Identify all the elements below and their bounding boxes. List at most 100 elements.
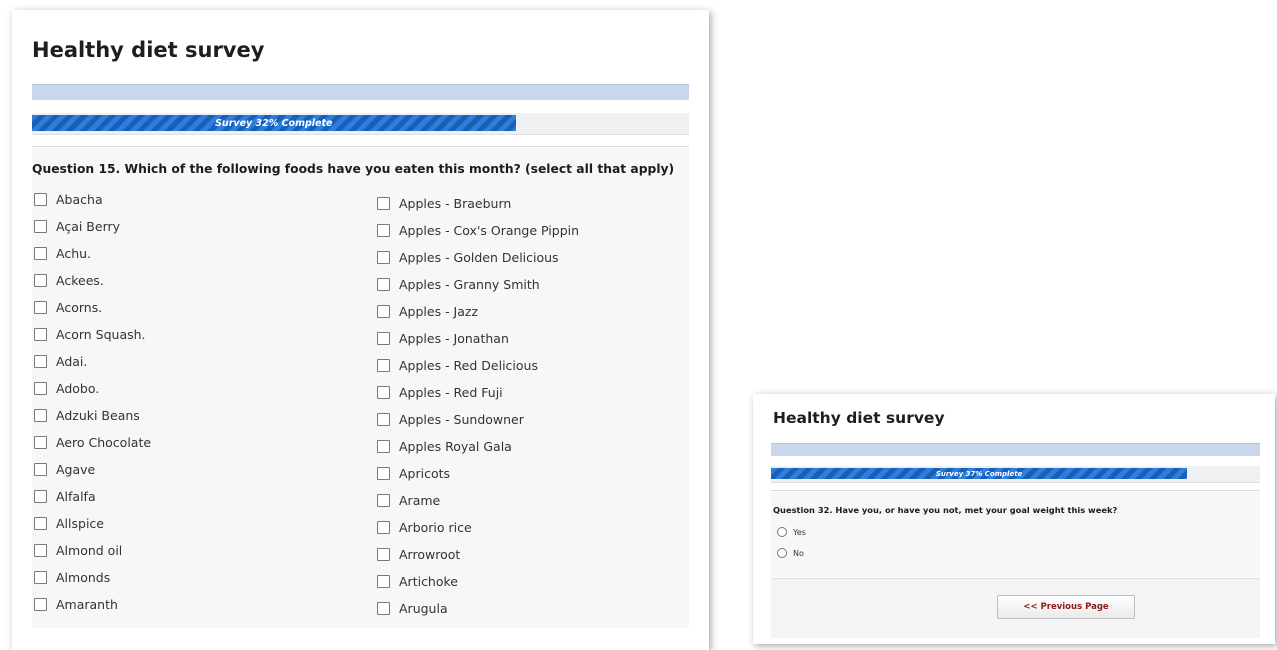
option-label: Arugula bbox=[399, 601, 448, 616]
checkbox-option[interactable]: Apples - Red Fuji bbox=[377, 385, 503, 400]
checkbox-option[interactable]: Arborio rice bbox=[377, 520, 472, 535]
checkbox[interactable] bbox=[34, 544, 47, 557]
checkbox[interactable] bbox=[34, 328, 47, 341]
checkbox[interactable] bbox=[34, 301, 47, 314]
option-label: Aero Chocolate bbox=[56, 435, 152, 450]
checkbox-option[interactable]: Almond oil bbox=[34, 543, 122, 558]
checkbox[interactable] bbox=[377, 467, 390, 480]
question-area bbox=[32, 148, 689, 628]
option-label: Adobo. bbox=[56, 381, 100, 396]
checkbox[interactable] bbox=[34, 598, 47, 611]
checkbox[interactable] bbox=[34, 436, 47, 449]
checkbox[interactable] bbox=[377, 386, 390, 399]
checkbox-option[interactable]: Adai. bbox=[34, 354, 87, 369]
checkbox[interactable] bbox=[377, 440, 390, 453]
checkbox-option[interactable]: Agave bbox=[34, 462, 95, 477]
radio-option-yes[interactable]: Yes bbox=[777, 527, 806, 537]
checkbox-option[interactable]: Apples - Sundowner bbox=[377, 412, 524, 427]
option-label: Açai Berry bbox=[56, 219, 121, 234]
checkbox-option[interactable]: Almonds bbox=[34, 570, 110, 585]
divider bbox=[32, 146, 689, 147]
checkbox[interactable] bbox=[34, 274, 47, 287]
checkbox-option[interactable]: Achu. bbox=[34, 246, 91, 261]
checkbox-option[interactable]: Apples - Golden Delicious bbox=[377, 250, 559, 265]
checkbox[interactable] bbox=[377, 332, 390, 345]
checkbox[interactable] bbox=[34, 490, 47, 503]
survey-title: Healthy diet survey bbox=[32, 38, 265, 62]
checkbox-option[interactable]: Arugula bbox=[377, 601, 448, 616]
radio-label: No bbox=[793, 548, 804, 558]
checkbox[interactable] bbox=[377, 521, 390, 534]
question-text: Question 15. Which of the following food… bbox=[32, 162, 675, 176]
option-label: Adzuki Beans bbox=[56, 408, 140, 423]
checkbox[interactable] bbox=[34, 355, 47, 368]
option-label: Artichoke bbox=[399, 574, 458, 589]
option-label: Apples Royal Gala bbox=[399, 439, 512, 454]
survey-title: Healthy diet survey bbox=[773, 409, 945, 427]
checkbox[interactable] bbox=[34, 382, 47, 395]
radio-option-no[interactable]: No bbox=[777, 548, 804, 558]
option-label: Abacha bbox=[56, 192, 103, 207]
option-label: Apples - Braeburn bbox=[399, 196, 512, 211]
checkbox[interactable] bbox=[377, 224, 390, 237]
checkbox-option[interactable]: Apples Royal Gala bbox=[377, 439, 512, 454]
checkbox-option[interactable]: Aero Chocolate bbox=[34, 435, 151, 450]
checkbox[interactable] bbox=[377, 575, 390, 588]
option-label: Agave bbox=[56, 462, 96, 477]
checkbox-option[interactable]: Arrowroot bbox=[377, 547, 460, 562]
checkbox-option[interactable]: Acorns. bbox=[34, 300, 102, 315]
progress-fill: Survey 32% Complete bbox=[32, 115, 516, 131]
progress-bar: Survey 37% Complete bbox=[771, 466, 1260, 483]
checkbox-option[interactable]: Apples - Red Delicious bbox=[377, 358, 538, 373]
checkbox-option[interactable]: Artichoke bbox=[377, 574, 458, 589]
checkbox-option[interactable]: Ackees. bbox=[34, 273, 104, 288]
checkbox-option[interactable]: Açai Berry bbox=[34, 219, 120, 234]
checkbox[interactable] bbox=[377, 548, 390, 561]
option-label: Apricots bbox=[399, 466, 451, 481]
checkbox-option[interactable]: Apples - Granny Smith bbox=[377, 277, 540, 292]
checkbox-option[interactable]: Adzuki Beans bbox=[34, 408, 140, 423]
survey-page-question-15: Healthy diet survey Survey 32% Complete … bbox=[12, 10, 709, 650]
checkbox[interactable] bbox=[34, 247, 47, 260]
checkbox[interactable] bbox=[34, 220, 47, 233]
checkbox-option[interactable]: Alfalfa bbox=[34, 489, 96, 504]
checkbox[interactable] bbox=[377, 359, 390, 372]
option-label: Apples - Granny Smith bbox=[399, 277, 540, 292]
header-band bbox=[32, 84, 689, 100]
checkbox[interactable] bbox=[377, 413, 390, 426]
option-label: Ackees. bbox=[56, 273, 104, 288]
checkbox[interactable] bbox=[34, 517, 47, 530]
checkbox-option[interactable]: Acorn Squash. bbox=[34, 327, 146, 342]
previous-page-button[interactable]: << Previous Page bbox=[997, 595, 1135, 619]
option-label: Achu. bbox=[56, 246, 92, 261]
checkbox-option[interactable]: Amaranth bbox=[34, 597, 118, 612]
option-label: Apples - Red Delicious bbox=[399, 358, 538, 373]
checkbox[interactable] bbox=[34, 571, 47, 584]
checkbox-option[interactable]: Apricots bbox=[377, 466, 450, 481]
checkbox[interactable] bbox=[377, 197, 390, 210]
checkbox[interactable] bbox=[34, 409, 47, 422]
checkbox[interactable] bbox=[377, 278, 390, 291]
option-label: Adai. bbox=[56, 354, 88, 369]
checkbox-option[interactable]: Apples - Cox's Orange Pippin bbox=[377, 223, 579, 238]
checkbox[interactable] bbox=[34, 463, 47, 476]
checkbox[interactable] bbox=[377, 305, 390, 318]
radio-button[interactable] bbox=[777, 527, 787, 537]
checkbox[interactable] bbox=[377, 494, 390, 507]
option-label: Apples - Sundowner bbox=[399, 412, 524, 427]
checkbox-option[interactable]: Apples - Braeburn bbox=[377, 196, 511, 211]
checkbox-option[interactable]: Arame bbox=[377, 493, 440, 508]
checkbox-option[interactable]: Apples - Jonathan bbox=[377, 331, 509, 346]
checkbox[interactable] bbox=[377, 602, 390, 615]
checkbox-option[interactable]: Abacha bbox=[34, 192, 103, 207]
checkbox[interactable] bbox=[34, 193, 47, 206]
progress-bar: Survey 32% Complete bbox=[32, 113, 689, 135]
checkbox[interactable] bbox=[377, 251, 390, 264]
checkbox-option[interactable]: Adobo. bbox=[34, 381, 99, 396]
checkbox-option[interactable]: Allspice bbox=[34, 516, 104, 531]
radio-label: Yes bbox=[793, 527, 806, 537]
survey-page-question-32: Healthy diet survey Survey 37% Complete … bbox=[753, 394, 1275, 644]
option-label: Alfalfa bbox=[56, 489, 96, 504]
checkbox-option[interactable]: Apples - Jazz bbox=[377, 304, 478, 319]
radio-button[interactable] bbox=[777, 548, 787, 558]
